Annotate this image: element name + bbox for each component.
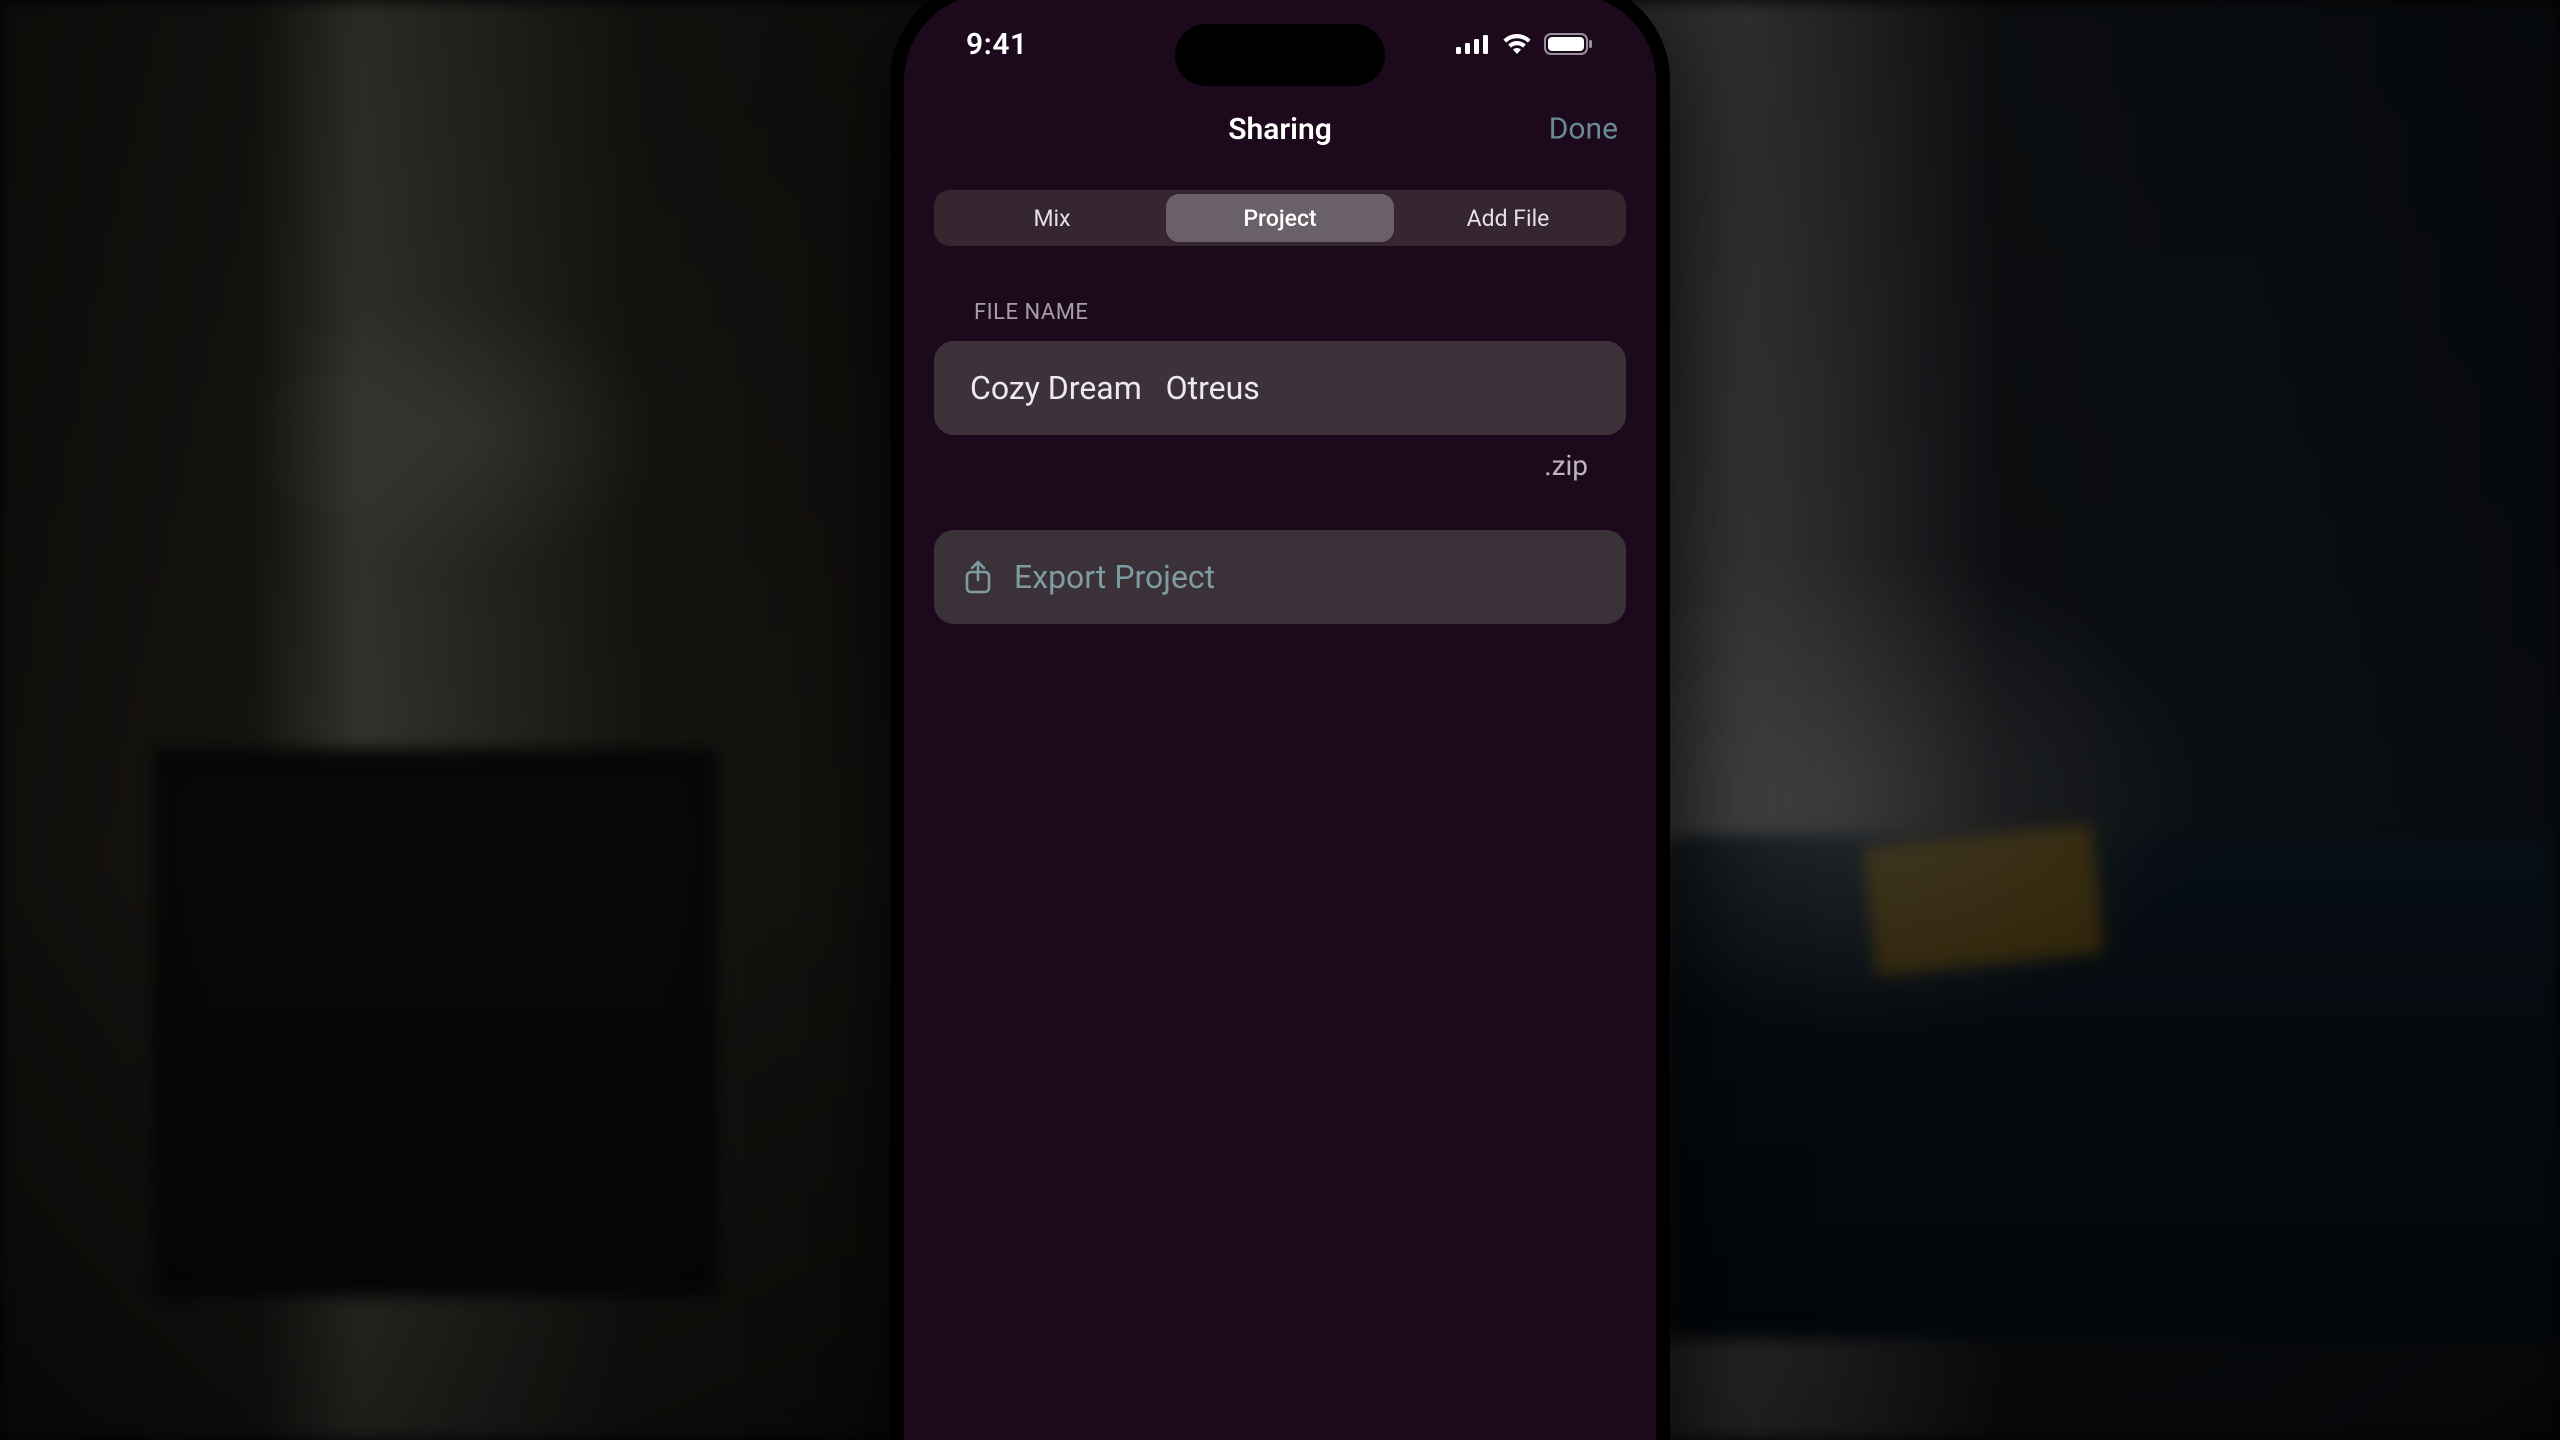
wifi-icon	[1502, 33, 1532, 55]
phone-screen: 9:41	[904, 0, 1656, 1440]
tab-project[interactable]: Project	[1166, 194, 1394, 242]
file-name-label: FILE NAME	[934, 300, 1626, 325]
page-title: Sharing	[1228, 112, 1332, 147]
nav-bar: Sharing Done	[904, 94, 1656, 164]
export-project-button[interactable]: Export Project	[934, 530, 1626, 624]
tab-add-file[interactable]: Add File	[1394, 194, 1622, 242]
done-button[interactable]: Done	[1549, 112, 1618, 147]
dynamic-island	[1175, 24, 1385, 86]
file-extension: .zip	[1544, 449, 1588, 482]
export-project-label: Export Project	[1014, 558, 1215, 596]
share-mode-segmented-control: Mix Project Add File	[934, 190, 1626, 246]
tab-mix[interactable]: Mix	[938, 194, 1166, 242]
file-name-field[interactable]	[934, 341, 1626, 435]
status-time: 9:41	[966, 27, 1028, 62]
phone-frame: 9:41	[890, 0, 1670, 1440]
cellular-icon	[1456, 34, 1490, 54]
file-name-input[interactable]	[970, 369, 1590, 407]
battery-icon	[1544, 33, 1592, 55]
share-icon	[964, 560, 992, 594]
